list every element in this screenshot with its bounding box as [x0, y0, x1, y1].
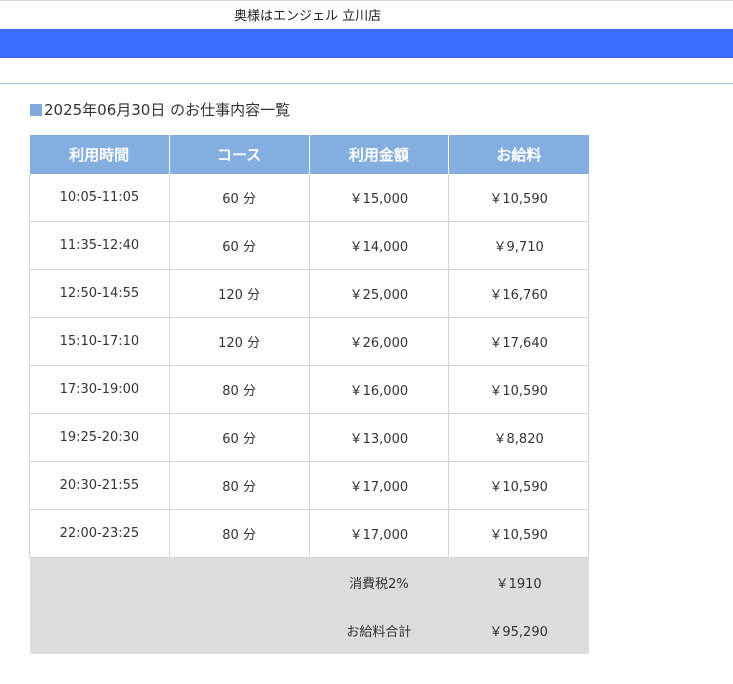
cell-pay: ￥10,590	[448, 174, 589, 222]
cell-course: 80 分	[169, 365, 310, 414]
total-value: ￥95,290	[448, 606, 589, 654]
cell-pay: ￥8,820	[448, 413, 589, 462]
cell-time: 17:30-19:00	[29, 365, 170, 414]
cell-course: 60 分	[169, 413, 310, 462]
tax-label: 消費税2%	[309, 557, 449, 606]
cell-time: 10:05-11:05	[29, 174, 170, 222]
cell-amount: ￥26,000	[309, 317, 450, 366]
header-bar	[0, 29, 733, 58]
cell-amount: ￥13,000	[309, 413, 450, 462]
square-bullet-icon	[30, 103, 42, 116]
column-header-amount: 利用金額	[309, 135, 450, 174]
work-table: 利用時間 コース 利用金額 お給料 10:05-11:05 60 分 ￥15,0…	[29, 135, 589, 654]
cell-amount: ￥25,000	[309, 269, 450, 318]
section-heading: 2025年06月30日 のお仕事内容一覧	[30, 99, 290, 120]
cell-course: 120 分	[169, 317, 310, 366]
cell-course: 80 分	[169, 509, 310, 558]
table-row: 20:30-21:55 80 分 ￥17,000 ￥10,590	[29, 461, 589, 510]
cell-time: 12:50-14:55	[29, 269, 170, 318]
cell-amount: ￥15,000	[309, 174, 450, 222]
cell-course: 120 分	[169, 269, 310, 318]
table-row: 11:35-12:40 60 分 ￥14,000 ￥9,710	[29, 221, 589, 270]
cell-time: 19:25-20:30	[29, 413, 170, 462]
cell-pay: ￥17,640	[448, 317, 589, 366]
summary-empty-cell	[169, 557, 309, 606]
work-table-container: 利用時間 コース 利用金額 お給料 10:05-11:05 60 分 ￥15,0…	[29, 135, 589, 654]
total-row: お給料合計 ￥95,290	[29, 606, 589, 654]
table-row: 10:05-11:05 60 分 ￥15,000 ￥10,590	[29, 174, 589, 222]
table-header-row: 利用時間 コース 利用金額 お給料	[29, 135, 589, 174]
table-row: 22:00-23:25 80 分 ￥17,000 ￥10,590	[29, 509, 589, 558]
cell-time: 20:30-21:55	[29, 461, 170, 510]
cell-course: 80 分	[169, 461, 310, 510]
cell-pay: ￥10,590	[448, 461, 589, 510]
column-header-time: 利用時間	[29, 135, 170, 174]
table-row: 19:25-20:30 60 分 ￥13,000 ￥8,820	[29, 413, 589, 462]
cell-time: 22:00-23:25	[29, 509, 170, 558]
summary-empty-cell	[29, 557, 170, 606]
cell-course: 60 分	[169, 221, 310, 270]
cell-pay: ￥16,760	[448, 269, 589, 318]
cell-pay: ￥10,590	[448, 509, 589, 558]
table-row: 15:10-17:10 120 分 ￥26,000 ￥17,640	[29, 317, 589, 366]
shop-name: 奥様はエンジェル 立川店	[234, 9, 382, 24]
section-divider	[0, 83, 733, 84]
cell-course: 60 分	[169, 174, 310, 222]
top-divider	[0, 0, 733, 1]
table-row: 12:50-14:55 120 分 ￥25,000 ￥16,760	[29, 269, 589, 318]
column-header-pay: お給料	[448, 135, 589, 174]
cell-amount: ￥16,000	[309, 365, 450, 414]
cell-time: 11:35-12:40	[29, 221, 170, 270]
section-title: 2025年06月30日 のお仕事内容一覧	[44, 101, 291, 119]
cell-pay: ￥10,590	[448, 365, 589, 414]
column-header-course: コース	[169, 135, 310, 174]
cell-pay: ￥9,710	[448, 221, 589, 270]
tax-row: 消費税2% ￥1910	[29, 557, 589, 606]
tax-value: ￥1910	[448, 557, 589, 606]
cell-time: 15:10-17:10	[29, 317, 170, 366]
summary-empty-cell	[29, 606, 170, 654]
total-label: お給料合計	[309, 606, 449, 654]
cell-amount: ￥17,000	[309, 461, 450, 510]
table-row: 17:30-19:00 80 分 ￥16,000 ￥10,590	[29, 365, 589, 414]
summary-empty-cell	[169, 606, 309, 654]
cell-amount: ￥17,000	[309, 509, 450, 558]
cell-amount: ￥14,000	[309, 221, 450, 270]
